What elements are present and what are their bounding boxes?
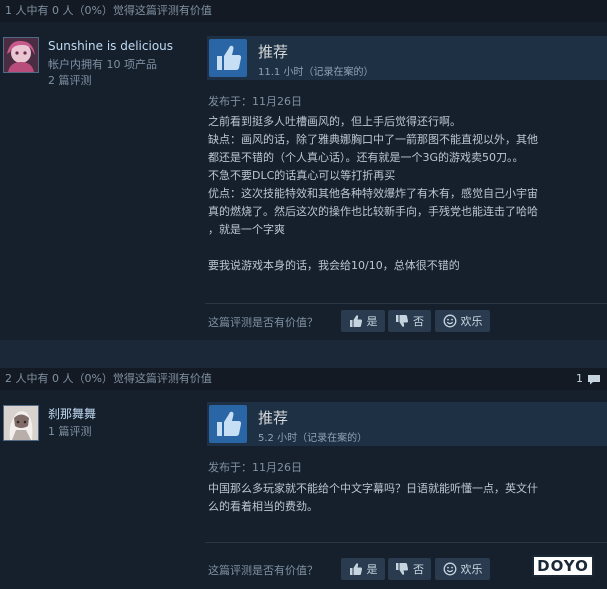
vote-no-label: 否 — [413, 563, 424, 576]
helpful-question: 这篇评测是否有价值？ — [208, 564, 318, 577]
vote-no-label: 否 — [413, 315, 424, 328]
vote-yes-button[interactable]: 是 — [341, 558, 385, 580]
owned-games[interactable]: 帐户内拥有 10 项产品 — [48, 56, 157, 72]
thumbs-up-icon — [349, 563, 362, 575]
vote-funny-button[interactable]: 欢乐 — [435, 310, 490, 332]
thumbs-up-icon — [349, 315, 362, 327]
review-line: 中国那么多玩家就不能给个中文字幕吗？日语就能听懂一点，英文什 — [208, 482, 538, 495]
thumbs-down-icon — [396, 315, 409, 327]
comment-count[interactable]: 1 — [576, 368, 601, 390]
comment-count-value: 1 — [576, 372, 583, 385]
vote-funny-label: 欢乐 — [460, 563, 483, 576]
smiley-icon — [443, 562, 456, 576]
vote-yes-button[interactable]: 是 — [341, 310, 385, 332]
review-line: ，就是一个字爽 — [208, 223, 285, 236]
review-line: 么的看着相当的费劲。 — [208, 500, 318, 513]
divider — [205, 542, 607, 543]
review-line: 之前看到挺多人吐槽画风的，但上手后觉得还行啊。 — [208, 115, 461, 128]
vote-yes-label: 是 — [366, 315, 378, 328]
avatar-image — [4, 406, 38, 440]
verdict-box[interactable]: 推荐 11.1 小时（记录在案的） — [207, 36, 607, 80]
review-line: 缺点：画风的话，除了雅典娜胸口中了一箭那图不能直视以外，其他 — [208, 133, 538, 146]
hours-played: 5.2 小时（记录在案的） — [258, 433, 368, 444]
thumbs-up-icon — [209, 39, 247, 77]
avatar[interactable] — [3, 37, 39, 73]
helpful-summary: 1 人中有 0 人（0%）觉得这篇评测有价值 — [5, 4, 212, 17]
thumbs-down-icon — [396, 563, 409, 575]
review-line: 要我说游戏本身的话，我会给10/10，总体很不错的 — [208, 259, 460, 272]
vote-no-button[interactable]: 否 — [388, 310, 431, 332]
comment-icon — [588, 374, 600, 384]
posted-date: 发布于：11月26日 — [208, 461, 302, 474]
helpful-summary-bar: 2 人中有 0 人（0%）觉得这篇评测有价值 1 — [0, 368, 607, 390]
review-line: 真的燃烧了。然后这次的操作也比较新手向，手残党也能连击了哈哈 — [208, 205, 538, 218]
verdict-box[interactable]: 推荐 5.2 小时（记录在案的） — [207, 402, 607, 446]
helpful-summary: 2 人中有 0 人（0%）觉得这篇评测有价值 — [5, 372, 212, 385]
review-line: 不急不要DLC的话真心可以等打折再买 — [208, 169, 396, 182]
posted-date: 发布于：11月26日 — [208, 95, 302, 108]
review-count[interactable]: 2 篇评测 — [48, 72, 92, 88]
vote-yes-label: 是 — [366, 563, 378, 576]
vote-funny-label: 欢乐 — [460, 315, 483, 328]
vote-funny-button[interactable]: 欢乐 — [435, 558, 490, 580]
review-card: 1 人中有 0 人（0%）觉得这篇评测有价值 Sunshine is delic… — [0, 0, 607, 340]
smiley-icon — [443, 314, 456, 328]
vote-no-button[interactable]: 否 — [388, 558, 431, 580]
review-line: 都还是不错的（个人真心话）。还有就是一个3G的游戏卖50刀。。 — [208, 151, 524, 164]
username[interactable]: 刹那舞舞 — [48, 405, 96, 422]
hours-played: 11.1 小时（记录在案的） — [258, 67, 374, 78]
avatar-image — [4, 38, 38, 72]
review-body: 中国那么多玩家就不能给个中文字幕吗？日语就能听懂一点，英文什 么的看着相当的费劲… — [208, 480, 600, 516]
recommendation-label: 推荐 — [258, 409, 289, 427]
review-body: 之前看到挺多人吐槽画风的，但上手后觉得还行啊。 缺点：画风的话，除了雅典娜胸口中… — [208, 113, 600, 275]
username[interactable]: Sunshine is delicious — [48, 39, 173, 53]
helpful-question: 这篇评测是否有价值？ — [208, 316, 318, 329]
avatar[interactable] — [3, 405, 39, 441]
review-count[interactable]: 1 篇评测 — [48, 423, 92, 439]
helpful-summary-bar: 1 人中有 0 人（0%）觉得这篇评测有价值 — [0, 0, 607, 22]
review-line — [208, 239, 600, 257]
divider — [205, 303, 607, 304]
review-line: 优点：这次技能特效和其他各种特效爆炸了有木有，感觉自己小宇宙 — [208, 187, 538, 200]
watermark-logo: DOYO — [532, 555, 594, 577]
thumbs-up-icon — [209, 405, 247, 443]
recommendation-label: 推荐 — [258, 43, 289, 61]
review-card: 2 人中有 0 人（0%）觉得这篇评测有价值 1 刹那舞舞 1 篇评测 推荐 5… — [0, 368, 607, 589]
